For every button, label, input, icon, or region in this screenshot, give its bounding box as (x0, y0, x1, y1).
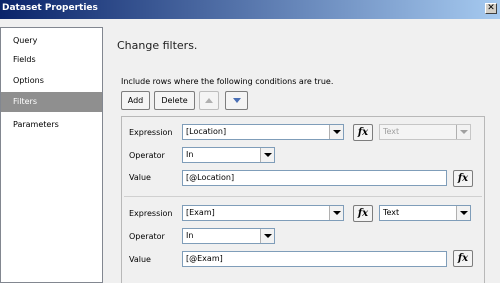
sidebar-item-label: Parameters (13, 120, 59, 129)
window-title: Dataset Properties (2, 3, 98, 13)
chevron-down-icon (456, 206, 470, 220)
sidebar-item-fields[interactable]: Fields (1, 50, 102, 70)
title-bar: Dataset Properties ✕ (0, 0, 500, 19)
value-label: Value (129, 173, 151, 182)
chevron-down-icon (260, 148, 274, 162)
arrow-up-icon (205, 98, 213, 103)
value-input[interactable]: [@Location] (182, 170, 447, 186)
operator-select[interactable]: In (182, 228, 275, 244)
chevron-down-icon (329, 206, 343, 220)
expression-label: Expression (129, 209, 173, 218)
expression-select[interactable]: [Location] (182, 124, 344, 140)
sidebar: Query Fields Options Filters Parameters (0, 27, 103, 283)
delete-button[interactable]: Delete (154, 91, 195, 110)
value-fx-button[interactable]: fx (453, 170, 473, 187)
value-input[interactable]: [@Exam] (182, 251, 447, 267)
sidebar-item-query[interactable]: Query (1, 31, 102, 51)
filter-separator (124, 196, 482, 197)
sidebar-item-options[interactable]: Options (1, 71, 102, 91)
value-fx-button[interactable]: fx (453, 250, 473, 267)
operator-select[interactable]: In (182, 147, 275, 163)
sidebar-item-label: Query (13, 36, 38, 45)
value-label: Value (129, 255, 151, 264)
sidebar-item-parameters[interactable]: Parameters (1, 115, 102, 135)
chevron-down-icon (329, 125, 343, 139)
operator-label: Operator (129, 232, 165, 241)
expression-fx-button[interactable]: fx (353, 124, 373, 141)
expression-fx-button[interactable]: fx (353, 205, 373, 222)
sidebar-item-label: Options (13, 76, 44, 85)
operator-label: Operator (129, 151, 165, 160)
type-select[interactable]: Text (379, 205, 471, 221)
move-up-button[interactable] (199, 91, 219, 110)
close-icon: ✕ (487, 3, 495, 13)
sidebar-item-label: Filters (13, 97, 37, 106)
filter-instruction: Include rows where the following conditi… (121, 77, 334, 86)
expression-label: Expression (129, 128, 173, 137)
chevron-down-icon (260, 229, 274, 243)
type-select[interactable]: Text (379, 124, 471, 140)
page-heading: Change filters. (117, 39, 198, 52)
move-down-button[interactable] (225, 91, 248, 110)
chevron-down-icon (456, 125, 470, 139)
arrow-down-icon (232, 98, 241, 103)
sidebar-item-label: Fields (13, 55, 36, 64)
expression-select[interactable]: [Exam] (182, 205, 344, 221)
sidebar-item-filters[interactable]: Filters (1, 92, 102, 112)
close-button[interactable]: ✕ (485, 3, 497, 14)
add-button[interactable]: Add (121, 91, 150, 110)
